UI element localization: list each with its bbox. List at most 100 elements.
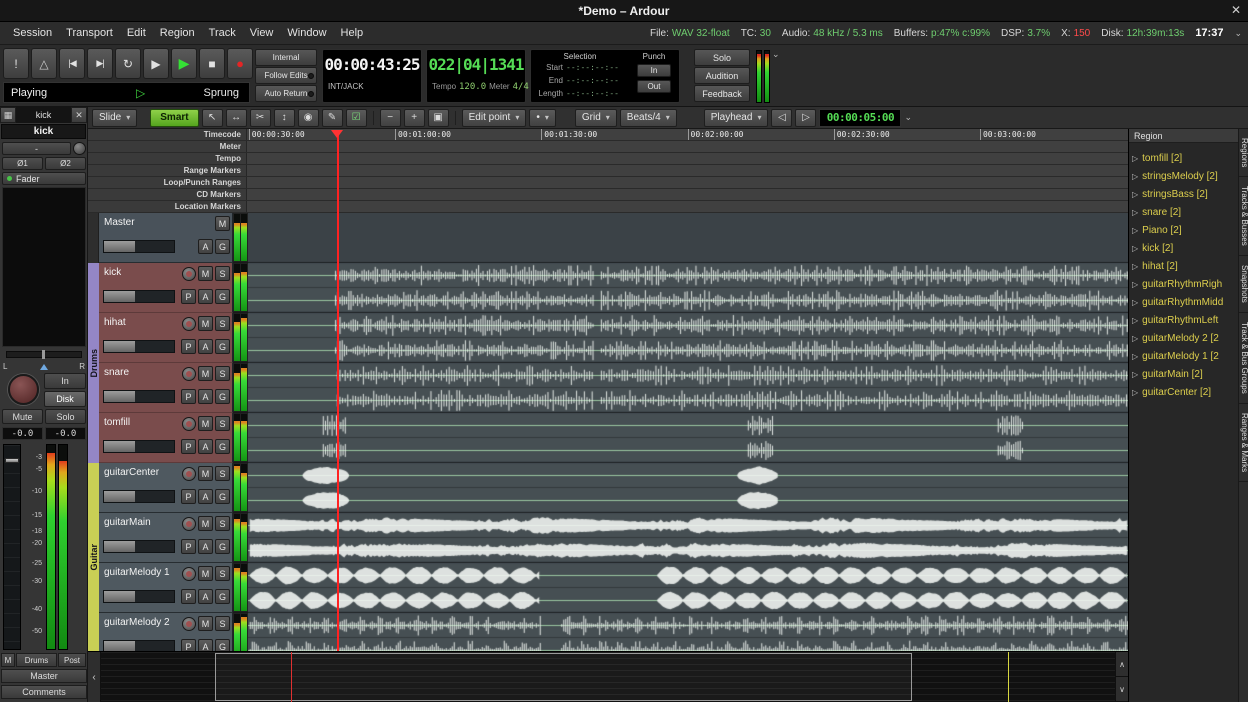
- selection-row-value[interactable]: --:--:--:--: [566, 76, 619, 85]
- region-list-item[interactable]: ▷stringsMelody [2]: [1129, 167, 1238, 185]
- track-header-hihat[interactable]: hihatMSPAG: [99, 313, 233, 363]
- solo-button[interactable]: S: [215, 516, 230, 531]
- track-fader[interactable]: [103, 490, 175, 503]
- track-fader[interactable]: [103, 390, 175, 403]
- expander-icon[interactable]: ▷: [1132, 208, 1138, 217]
- region-list-item[interactable]: ▷guitarRhythmRigh: [1129, 275, 1238, 293]
- ruler-row-meter[interactable]: Meter: [88, 141, 1128, 153]
- sidebar-tab-track-bus-groups[interactable]: Track & Bus Groups: [1239, 313, 1248, 404]
- menu-window[interactable]: Window: [280, 27, 333, 39]
- nudge-clock[interactable]: 00:00:05:00: [819, 109, 901, 127]
- track-waveform-canvas[interactable]: [248, 363, 1128, 413]
- menu-help[interactable]: Help: [334, 27, 371, 39]
- selection-row-value[interactable]: --:--:--:--: [566, 89, 619, 98]
- track-fader[interactable]: [103, 340, 175, 353]
- ruler-row-location-markers[interactable]: Location Markers: [88, 201, 1128, 213]
- expander-icon[interactable]: ▷: [1132, 172, 1138, 181]
- group-button[interactable]: G: [215, 639, 230, 651]
- edit-tool-icon[interactable]: ☑: [346, 109, 367, 127]
- menu-edit[interactable]: Edit: [120, 27, 153, 39]
- goto-start-button[interactable]: |◀: [59, 48, 85, 79]
- expander-icon[interactable]: ▷: [1132, 298, 1138, 307]
- solo-button[interactable]: S: [215, 466, 230, 481]
- playlist-button[interactable]: P: [181, 439, 196, 454]
- nudge-back-button[interactable]: ◁: [771, 109, 792, 127]
- shuttle-control[interactable]: Playing ▷ Sprung: [3, 82, 250, 103]
- secondary-clock[interactable]: 022|04|1341 Tempo 120.0 Meter 4/4: [426, 49, 526, 103]
- track-header-guitarmelody-2[interactable]: guitarMelody 2MSPAG: [99, 613, 233, 651]
- midi-panic-button[interactable]: !: [3, 48, 29, 79]
- mute-button[interactable]: M: [198, 566, 213, 581]
- chevron-down-icon[interactable]: ⌄: [772, 49, 780, 60]
- mute-button[interactable]: M: [198, 616, 213, 631]
- audition-tool-icon[interactable]: ◉: [298, 109, 319, 127]
- selection-row-value[interactable]: --:--:--:--: [566, 63, 619, 72]
- solo-button[interactable]: Solo: [694, 49, 750, 66]
- track-waveform-canvas[interactable]: [248, 313, 1128, 363]
- monitor-input-button[interactable]: In: [44, 373, 86, 389]
- record-enable-button[interactable]: [182, 417, 196, 431]
- mute-button[interactable]: M: [198, 266, 213, 281]
- automation-button[interactable]: A: [198, 339, 213, 354]
- gain-display[interactable]: -0.0: [2, 427, 43, 440]
- nudge-forward-button[interactable]: ▷: [795, 109, 816, 127]
- region-list-item[interactable]: ▷Piano [2]: [1129, 221, 1238, 239]
- strip-tab[interactable]: kick: [16, 107, 71, 123]
- summary-overview[interactable]: [101, 652, 1115, 702]
- summary-scroll-down-button[interactable]: ∨: [1116, 677, 1128, 702]
- track-fader[interactable]: [103, 290, 175, 303]
- menu-region[interactable]: Region: [153, 27, 202, 39]
- edit-mode-dropdown[interactable]: Slide ▾: [92, 109, 137, 127]
- region-list-header[interactable]: Region: [1129, 129, 1238, 143]
- strip-view-icon[interactable]: ▦: [0, 107, 16, 123]
- bbt-display[interactable]: 022|04|1341: [427, 55, 525, 74]
- grid-unit-dropdown[interactable]: Beats/4 ▾: [620, 109, 677, 127]
- menu-track[interactable]: Track: [202, 27, 243, 39]
- playlist-button[interactable]: P: [181, 489, 196, 504]
- sync-option-follow-edits[interactable]: Follow Edits: [255, 67, 317, 84]
- sidebar-tab-snapshots[interactable]: Snapshots: [1239, 256, 1248, 313]
- track-header-snare[interactable]: snareMSPAG: [99, 363, 233, 413]
- audition-button[interactable]: Audition: [694, 67, 750, 84]
- record-enable-button[interactable]: [8, 374, 39, 405]
- sidebar-tab-ranges-marks[interactable]: Ranges & Marks: [1239, 404, 1248, 482]
- punch-out-button[interactable]: Out: [637, 80, 671, 93]
- automation-button[interactable]: A: [198, 289, 213, 304]
- solo-button[interactable]: S: [215, 366, 230, 381]
- track-fader[interactable]: [103, 590, 175, 603]
- group-button[interactable]: G: [215, 389, 230, 404]
- track-fader[interactable]: [103, 440, 175, 453]
- playlist-button[interactable]: P: [181, 389, 196, 404]
- chevron-down-icon[interactable]: ⌄: [904, 112, 912, 123]
- expander-icon[interactable]: ▷: [1132, 316, 1138, 325]
- sync-option-auto-return[interactable]: Auto Return: [255, 85, 317, 102]
- menu-transport[interactable]: Transport: [59, 27, 120, 39]
- feedback-button[interactable]: Feedback: [694, 85, 750, 102]
- metronome-button[interactable]: △: [31, 48, 57, 79]
- expander-icon[interactable]: ▷: [1132, 262, 1138, 271]
- automation-button[interactable]: A: [198, 489, 213, 504]
- track-waveform-canvas[interactable]: [248, 563, 1128, 613]
- track-waveform-canvas[interactable]: [248, 513, 1128, 563]
- playhead-line[interactable]: [337, 131, 339, 651]
- ruler-lane-meter[interactable]: [246, 141, 1128, 152]
- playlist-button[interactable]: P: [181, 539, 196, 554]
- phase-1-button[interactable]: Ø1: [2, 157, 43, 170]
- gain-fader[interactable]: [3, 444, 21, 650]
- grab-tool-icon[interactable]: ↖: [202, 109, 223, 127]
- primary-clock[interactable]: 00:00:43:25 INT/JACK: [322, 49, 422, 103]
- region-list-item[interactable]: ▷guitarCenter [2]: [1129, 383, 1238, 401]
- fader-automation-button[interactable]: Fader: [2, 172, 86, 185]
- ruler-row-timecode[interactable]: Timecode00:00:30:0000:01:00:0000:01:30:0…: [88, 129, 1128, 141]
- automation-button[interactable]: A: [198, 389, 213, 404]
- region-list-item[interactable]: ▷guitarMelody 2 [2: [1129, 329, 1238, 347]
- group-button[interactable]: G: [215, 539, 230, 554]
- ruler-row-loop-punch-ranges[interactable]: Loop/Punch Ranges: [88, 177, 1128, 189]
- track-header-guitarmain[interactable]: guitarMainMSPAG: [99, 513, 233, 563]
- snap-mode-dropdown[interactable]: Grid ▾: [575, 109, 617, 127]
- stretch-tool-icon[interactable]: ↕: [274, 109, 295, 127]
- loop-button[interactable]: ↻: [115, 48, 141, 79]
- record-enable-button[interactable]: [182, 567, 196, 581]
- monitor-disk-button[interactable]: Disk: [44, 391, 86, 407]
- strip-tab-drums[interactable]: Drums: [16, 653, 57, 667]
